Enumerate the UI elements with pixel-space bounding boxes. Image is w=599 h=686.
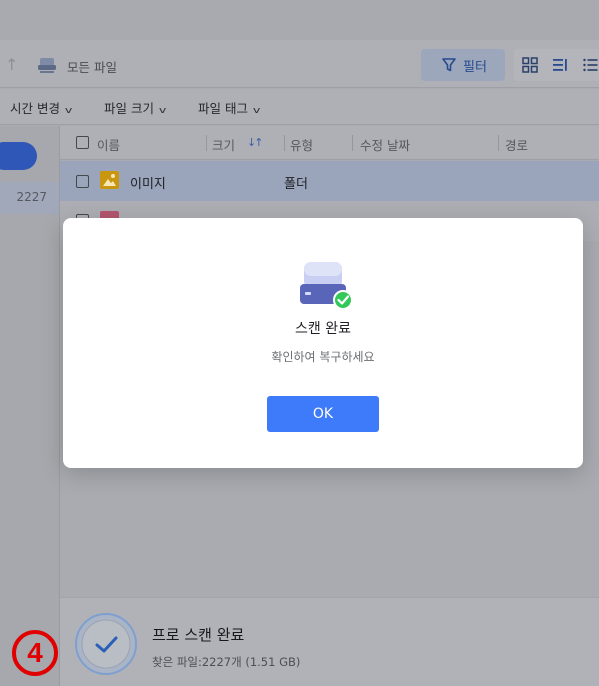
column-divider (498, 135, 499, 151)
list-view-icon[interactable] (552, 57, 568, 73)
chevron-down-icon: v (64, 106, 73, 116)
column-modified-date[interactable]: 수정 날짜 (360, 135, 410, 154)
breadcrumb-all-files[interactable]: 모든 파일 (67, 57, 117, 76)
filter-modified-time-label: 시간 변경 (10, 101, 60, 116)
column-divider (352, 135, 353, 151)
column-name[interactable]: 이름 (97, 135, 120, 154)
chevron-down-icon: v (252, 106, 261, 116)
detail-view-icon[interactable] (582, 57, 598, 73)
row-type: 폴더 (284, 177, 308, 192)
column-divider (206, 135, 207, 151)
select-all-checkbox[interactable] (76, 136, 89, 149)
step-number-badge: 4 (12, 630, 58, 676)
up-arrow-icon[interactable]: ↑ (5, 56, 19, 74)
funnel-icon (442, 58, 456, 72)
scan-complete-dialog: 스캔 완료 확인하여 복구하세요 OK (63, 218, 583, 468)
filter-file-tag[interactable]: 파일 태그 v (198, 98, 261, 117)
sidebar-active-button[interactable] (0, 142, 37, 170)
title-bar (0, 0, 599, 40)
scan-status-panel: 프로 스캔 완료 찾은 파일:2227개 (1.51 GB) (60, 597, 599, 686)
ok-button[interactable]: OK (267, 396, 379, 432)
scan-complete-check-icon (75, 613, 137, 675)
sidebar-item-selected[interactable]: 2227 (0, 182, 59, 214)
filter-file-size[interactable]: 파일 크기 v (104, 98, 167, 117)
status-title: 프로 스캔 완료 (152, 626, 245, 644)
filter-button-label: 필터 (463, 60, 487, 75)
view-toggle-group (514, 49, 599, 81)
image-folder-icon (100, 171, 119, 189)
filter-file-tag-label: 파일 태그 (198, 101, 248, 116)
drive-icon (38, 58, 56, 73)
sort-icon[interactable]: ↓↑ (247, 136, 264, 149)
grid-view-icon[interactable] (522, 57, 538, 73)
hard-drive-check-icon (300, 262, 353, 310)
table-header: 이름 ↓↑ 크기 유형 수정 날짜 경로 (60, 126, 599, 160)
sidebar-item-count: 2227 (16, 190, 47, 204)
table-row[interactable]: 이미지 폴더 (60, 161, 599, 201)
toolbar: ↑ 모든 파일 필터 (0, 40, 599, 88)
sidebar: 2227 (0, 126, 60, 686)
column-path[interactable]: 경로 (505, 135, 528, 154)
filter-button[interactable]: 필터 (421, 49, 505, 81)
filter-bar: 시간 변경 v 파일 크기 v 파일 태그 v (0, 89, 599, 125)
row-name: 이미지 (130, 177, 166, 192)
column-divider (284, 135, 285, 151)
row-checkbox[interactable] (76, 175, 89, 188)
filter-modified-time[interactable]: 시간 변경 v (10, 98, 73, 117)
chevron-down-icon: v (158, 106, 167, 116)
filter-file-size-label: 파일 크기 (104, 101, 154, 116)
column-type[interactable]: 유형 (290, 135, 313, 154)
dialog-message: 확인하여 복구하세요 (271, 350, 375, 364)
dialog-title: 스캔 완료 (295, 321, 351, 337)
column-size[interactable]: 크기 (212, 135, 235, 154)
status-subtitle: 찾은 파일:2227개 (1.51 GB) (152, 655, 301, 669)
